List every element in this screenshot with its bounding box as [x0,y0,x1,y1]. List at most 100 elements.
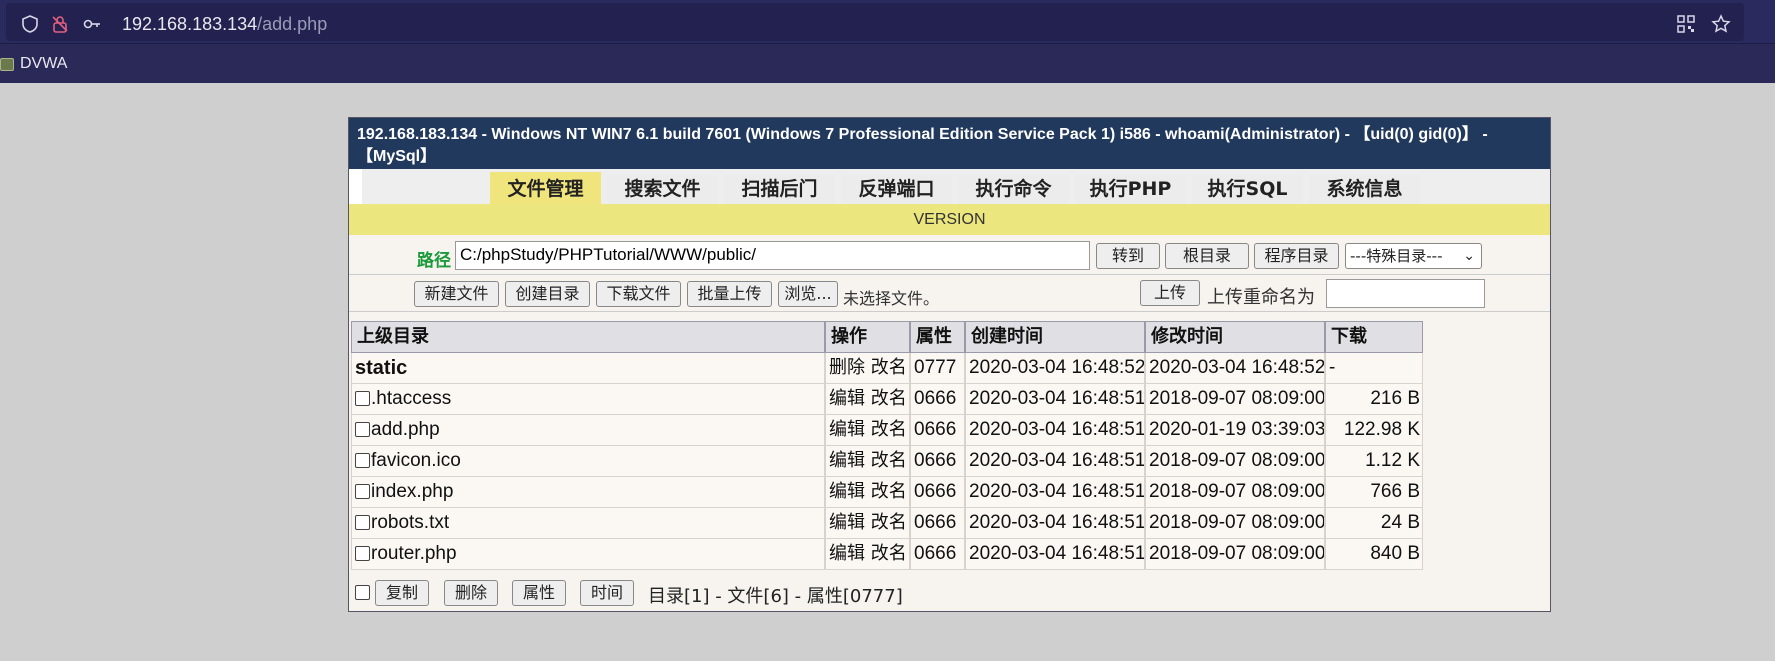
row-modified: 2018-09-07 08:09:00 [1145,539,1325,570]
row-attributes[interactable]: 0666 [910,446,965,477]
row-size[interactable]: 122.98 K [1325,415,1423,446]
file-name-text: favicon.ico [371,450,461,471]
row-modified-text: 2020-01-19 03:39:03 [1149,419,1325,440]
bookmark-dvwa[interactable]: DVWA [0,54,67,74]
lock-slash-icon[interactable] [50,14,70,34]
row-created-text: 2020-03-04 16:48:51 [969,388,1145,409]
col-actions: 操作 [825,321,910,353]
star-icon[interactable] [1711,14,1731,34]
attribute-button[interactable]: 属性 [512,580,566,606]
row-checkbox[interactable] [355,546,370,561]
address-bar[interactable]: 192.168.183.134/add.php [6,3,1744,41]
row-created: 2020-03-04 16:48:51 [965,539,1145,570]
row-checkbox[interactable] [355,422,370,437]
col-attributes: 属性 [910,321,965,353]
col-created: 创建时间 [965,321,1145,353]
table-header: 上级目录 操作 属性 创建时间 修改时间 下载 [351,321,1550,353]
row-modified-text: 2018-09-07 08:09:00 [1149,481,1325,502]
root-dir-button[interactable]: 根目录 [1165,243,1249,269]
row-actions[interactable]: 编辑 改名 [825,508,910,539]
row-created-text: 2020-03-04 16:48:51 [969,512,1145,533]
tab-reverse-port[interactable]: 反弹端口 [841,175,952,204]
upload-button[interactable]: 上传 [1140,280,1200,306]
qr-code-icon[interactable] [1676,14,1696,34]
copy-button[interactable]: 复制 [375,580,429,606]
rename-input[interactable] [1326,279,1485,308]
row-size[interactable]: 24 B [1325,508,1423,539]
row-modified: 2018-09-07 08:09:00 [1145,446,1325,477]
row-checkbox[interactable] [355,515,370,530]
row-size-text: 840 B [1370,543,1420,564]
time-button[interactable]: 时间 [580,580,634,606]
row-modified: 2020-01-19 03:39:03 [1145,415,1325,446]
row-actions-text: 编辑 改名 [829,419,907,440]
path-input[interactable]: C:/phpStudy/PHPTutorial/WWW/public/ [455,241,1090,270]
table-row: router.php 编辑 改名 0666 2020-03-04 16:48:51 20… [351,539,1550,570]
row-actions[interactable]: 删除 改名 [825,353,910,384]
row-size-text: 216 B [1370,388,1420,409]
row-actions[interactable]: 编辑 改名 [825,415,910,446]
row-size[interactable]: 766 B [1325,477,1423,508]
system-info-header: 192.168.183.134 - Windows NT WIN7 6.1 bu… [349,118,1550,169]
col-parent-dir[interactable]: 上级目录 [351,321,825,353]
col-download: 下载 [1325,321,1423,353]
row-actions-text: 编辑 改名 [829,481,907,502]
row-checkbox[interactable] [355,484,370,499]
url-text[interactable]: 192.168.183.134/add.php [122,14,327,35]
new-file-button[interactable]: 新建文件 [414,281,499,307]
batch-upload-button[interactable]: 批量上传 [687,281,772,307]
download-file-button[interactable]: 下载文件 [596,281,681,307]
special-dir-select[interactable]: ---特殊目录--- ⌄ [1345,243,1482,269]
row-actions[interactable]: 编辑 改名 [825,384,910,415]
no-file-selected-text: 未选择文件。 [843,289,940,308]
row-attributes[interactable]: 0666 [910,539,965,570]
row-attributes[interactable]: 0666 [910,415,965,446]
row-attributes[interactable]: 0666 [910,477,965,508]
row-size[interactable]: 840 B [1325,539,1423,570]
tab-search-files[interactable]: 搜索文件 [607,175,718,204]
row-attributes[interactable]: 0666 [910,384,965,415]
file-name[interactable]: static [351,353,825,384]
delete-button[interactable]: 删除 [444,580,498,606]
tab-file-manager[interactable]: 文件管理 [490,172,601,204]
row-actions[interactable]: 编辑 改名 [825,477,910,508]
browse-button[interactable]: 浏览... [778,281,838,307]
file-name[interactable]: robots.txt [351,508,825,539]
new-dir-button[interactable]: 创建目录 [505,281,590,307]
row-actions[interactable]: 编辑 改名 [825,539,910,570]
row-modified: 2018-09-07 08:09:00 [1145,384,1325,415]
row-actions[interactable]: 编辑 改名 [825,446,910,477]
row-created-text: 2020-03-04 16:48:51 [969,481,1145,502]
row-attributes[interactable]: 0777 [910,353,965,384]
table-row: index.php 编辑 改名 0666 2020-03-04 16:48:51 201… [351,477,1550,508]
path-row: 路径 C:/phpStudy/PHPTutorial/WWW/public/ 转… [349,235,1550,275]
row-attributes[interactable]: 0666 [910,508,965,539]
tab-exec-php[interactable]: 执行PHP [1075,175,1186,204]
row-checkbox[interactable] [355,391,370,406]
row-created: 2020-03-04 16:48:51 [965,446,1145,477]
file-name[interactable]: router.php [351,539,825,570]
col-modified: 修改时间 [1145,321,1325,353]
go-button[interactable]: 转到 [1096,243,1160,269]
row-size[interactable]: 216 B [1325,384,1423,415]
select-all-checkbox[interactable] [355,585,370,600]
program-dir-button[interactable]: 程序目录 [1254,243,1339,269]
key-icon[interactable] [82,14,102,34]
file-name[interactable]: favicon.ico [351,446,825,477]
tab-exec-sql[interactable]: 执行SQL [1192,175,1303,204]
row-size[interactable]: 1.12 K [1325,446,1423,477]
row-size[interactable]: - [1325,353,1423,384]
tab-system-info[interactable]: 系统信息 [1309,175,1420,204]
row-attributes-text: 0666 [914,419,957,440]
file-name[interactable]: .htaccess [351,384,825,415]
table-footer: 复制 删除 属性 时间 目录[1] - 文件[6] - 属性[0777] [349,573,1550,611]
row-checkbox[interactable] [355,453,370,468]
tab-scan-backdoor[interactable]: 扫描后门 [724,175,835,204]
row-actions-text: 编辑 改名 [829,450,907,471]
row-attributes-text: 0666 [914,388,957,409]
shield-icon[interactable] [20,14,40,34]
file-name[interactable]: index.php [351,477,825,508]
tab-exec-command[interactable]: 执行命令 [958,175,1069,204]
row-created-text: 2020-03-04 16:48:51 [969,450,1145,471]
file-name[interactable]: add.php [351,415,825,446]
